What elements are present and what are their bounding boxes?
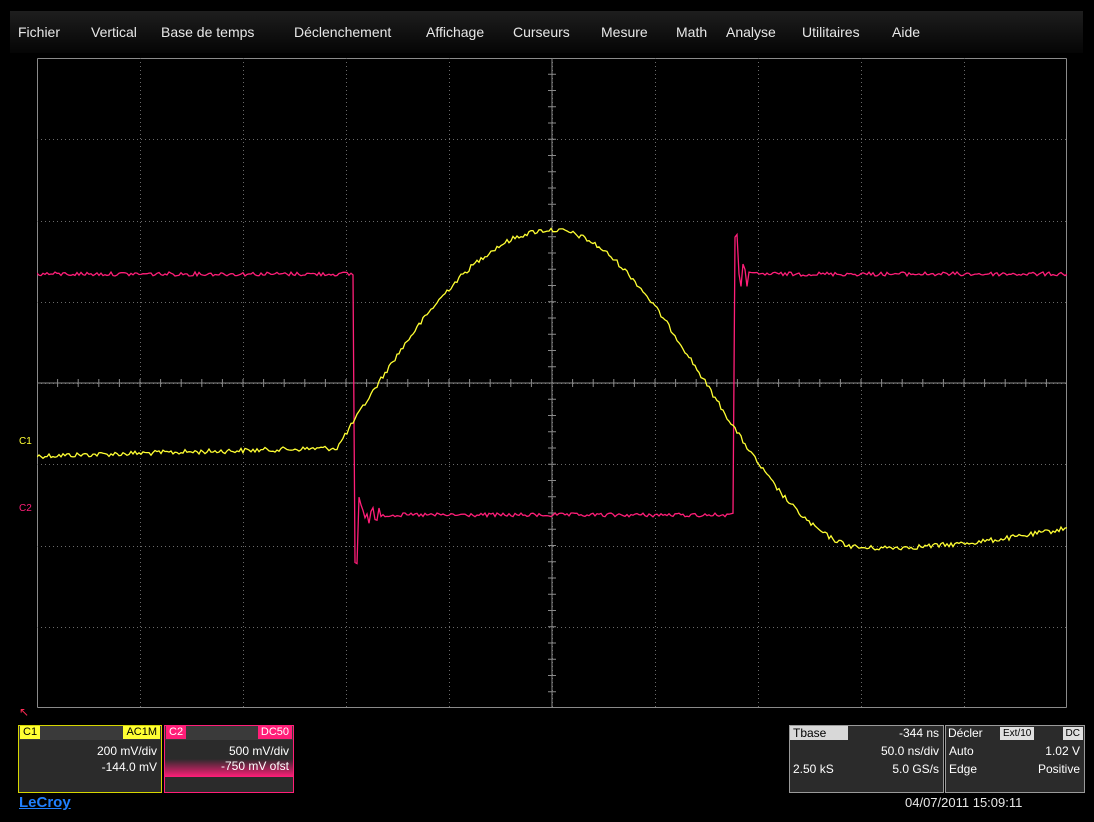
c2-descriptor-header: C2 DC50 [165,726,293,740]
menu-curseurs[interactable]: Curseurs [513,24,570,40]
timebase-delay: -344 ns [898,726,939,740]
c1-marker[interactable]: C1 [19,436,32,447]
trigger-coupling: DC [1062,727,1083,740]
c2-scale: 500 mV/div [228,744,289,758]
c2-offset: -750 mV ofst [165,759,293,777]
c1-descriptor-header: C1 AC1M [19,726,161,740]
c2-tag: C2 [166,726,187,739]
menu-vertical[interactable]: Vertical [91,24,137,40]
trigger-level: 1.02 V [1045,744,1080,758]
timebase-title: Tbase [790,726,848,740]
menu-affichage[interactable]: Affichage [426,24,484,40]
waveform-display[interactable] [37,58,1067,708]
c1-coupling: AC1M [123,726,160,739]
datetime-stamp: 04/07/2011 15:09:11 [905,795,1023,810]
trigger-slope: Positive [1037,762,1080,776]
menu-declenchement[interactable]: Déclenchement [294,24,391,40]
menu-analyse[interactable]: Analyse [726,24,776,40]
c1-descriptor-box[interactable]: C1 AC1M 200 mV/div -144.0 mV [18,725,162,793]
waveform-canvas[interactable] [37,58,1067,708]
c2-marker[interactable]: C2 [19,503,32,514]
c1-tag: C1 [20,726,41,739]
c2-descriptor-box[interactable]: C2 DC50 500 mV/div -750 mV ofst [164,725,294,793]
timebase-samples: 2.50 kS [793,762,834,776]
trigger-type: Edge [949,762,978,776]
c2-coupling: DC50 [257,726,292,739]
lecroy-logo[interactable]: LeCroy [19,794,71,811]
timebase-scale: 50.0 ns/div [880,744,939,758]
timebase-rate: 5.0 GS/s [892,762,939,776]
menu-base-de-temps[interactable]: Base de temps [161,24,254,40]
trigger-mode: Auto [949,744,974,758]
menu-aide[interactable]: Aide [892,24,920,40]
menu-utilitaires[interactable]: Utilitaires [802,24,860,40]
oscilloscope-window: Fichier Vertical Base de temps Déclenche… [10,11,1085,811]
trigger-position-arrow-icon: ↖ [19,705,30,719]
trigger-source: Ext/10 [1000,727,1035,740]
graticule [37,58,1067,708]
c1-scale: 200 mV/div [96,744,157,758]
menu-bar: Fichier Vertical Base de temps Déclenche… [10,11,1083,53]
trigger-title: Décler [948,726,983,740]
menu-mesure[interactable]: Mesure [601,24,648,40]
trigger-box[interactable]: Décler Ext/10 DC Auto 1.02 V Edge Positi… [945,725,1085,793]
menu-math[interactable]: Math [676,24,707,40]
c1-offset: -144.0 mV [101,760,157,774]
menu-fichier[interactable]: Fichier [18,24,60,40]
timebase-box[interactable]: Tbase -344 ns 50.0 ns/div 2.50 kS 5.0 GS… [789,725,944,793]
